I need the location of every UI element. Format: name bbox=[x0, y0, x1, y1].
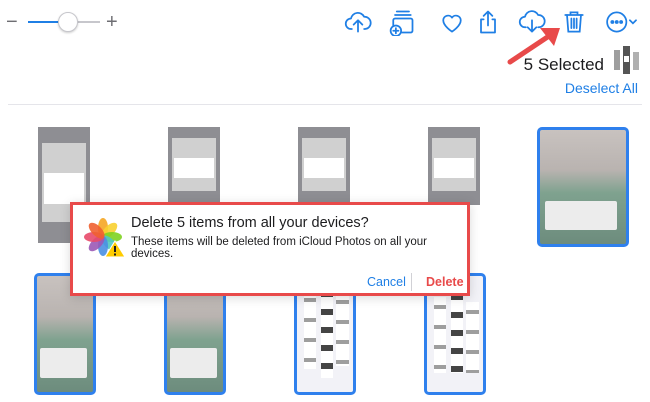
keyboard-image bbox=[170, 347, 218, 379]
selection-count: 5 Selected bbox=[523, 55, 604, 74]
more-icon[interactable] bbox=[602, 6, 642, 38]
dialog-message: These items will be deleted from iCloud … bbox=[131, 236, 427, 260]
cancel-button[interactable]: Cancel bbox=[367, 275, 406, 289]
screenshot-content bbox=[433, 296, 447, 374]
zoom-thumb[interactable] bbox=[57, 12, 78, 32]
screenshot-content bbox=[450, 287, 463, 374]
zoom-in-button[interactable]: + bbox=[106, 10, 118, 34]
screenshot-card bbox=[44, 173, 84, 204]
screenshot-content bbox=[303, 289, 317, 369]
button-separator bbox=[411, 273, 412, 291]
screenshot-content bbox=[466, 301, 479, 374]
heart-icon[interactable] bbox=[436, 6, 468, 38]
divider bbox=[8, 104, 642, 105]
selection-stack-thumbnail bbox=[614, 46, 639, 74]
delete-button[interactable]: Delete bbox=[426, 275, 464, 289]
screenshot-card bbox=[304, 158, 344, 179]
photo-thumbnail[interactable] bbox=[298, 127, 350, 205]
photos-app-icon bbox=[84, 218, 126, 258]
upload-cloud-icon[interactable] bbox=[342, 6, 374, 38]
deselect-all-button[interactable]: Deselect All bbox=[565, 80, 638, 96]
zoom-slider[interactable]: − + bbox=[6, 10, 126, 34]
zoom-out-button[interactable]: − bbox=[6, 10, 18, 34]
keyboard-image bbox=[545, 200, 618, 231]
toolbar: − + bbox=[0, 0, 650, 65]
dialog-title: Delete 5 items from all your devices? bbox=[131, 215, 369, 231]
photo-thumbnail[interactable] bbox=[428, 127, 480, 205]
screenshot-content bbox=[320, 285, 333, 379]
keyboard-image bbox=[40, 347, 88, 379]
screenshot-card bbox=[174, 158, 214, 179]
photo-thumbnail[interactable] bbox=[168, 127, 220, 205]
delete-confirmation-dialog: Delete 5 items from all your devices? Th… bbox=[70, 202, 470, 296]
photo-thumbnail-selected[interactable] bbox=[537, 127, 629, 247]
add-to-album-icon[interactable] bbox=[386, 6, 418, 38]
screenshot-card bbox=[434, 158, 474, 179]
screenshot-content bbox=[336, 292, 349, 367]
